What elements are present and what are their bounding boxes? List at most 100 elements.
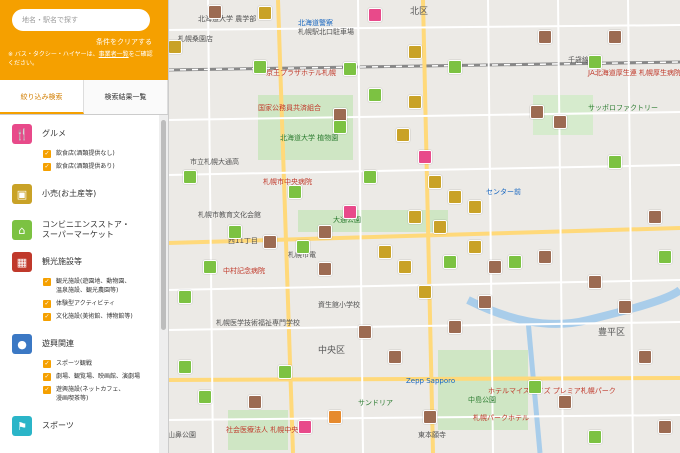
retail-pin[interactable] — [468, 240, 482, 254]
tab-filter-search[interactable]: 絞り込み検索 — [0, 80, 84, 114]
restaurant-pin[interactable] — [318, 262, 332, 276]
convenience-pin[interactable] — [183, 170, 197, 184]
checkbox-icon[interactable]: ✓ — [43, 373, 51, 381]
retail-pin[interactable] — [433, 220, 447, 234]
restaurant-pin[interactable] — [558, 395, 572, 409]
category-sightseeing[interactable]: ▦ 観光施設等 — [12, 251, 158, 273]
convenience-pin[interactable] — [203, 260, 217, 274]
restaurant-pin[interactable] — [638, 350, 652, 364]
map-label: 札幌市教育文化会館 — [198, 211, 261, 219]
restaurant-pin[interactable] — [248, 395, 262, 409]
convenience-pin[interactable] — [278, 365, 292, 379]
convenience-pin[interactable] — [198, 390, 212, 404]
retail-pin[interactable] — [378, 245, 392, 259]
checkbox-icon[interactable]: ✓ — [43, 163, 51, 171]
restaurant-pin[interactable] — [388, 350, 402, 364]
retail-pin[interactable] — [418, 285, 432, 299]
convenience-pin[interactable] — [588, 55, 602, 69]
retail-pin[interactable] — [408, 210, 422, 224]
category-label-line2: スーパーマーケット — [42, 230, 114, 239]
restaurant-pin[interactable] — [648, 210, 662, 224]
checkbox-icon[interactable]: ✓ — [43, 386, 51, 394]
retail-pin[interactable] — [428, 175, 442, 189]
checkbox-icon[interactable]: ✓ — [43, 360, 51, 368]
convenience-pin[interactable] — [296, 240, 310, 254]
restaurant-pin[interactable] — [658, 420, 672, 434]
restaurant-pin[interactable] — [488, 260, 502, 274]
filter-gourmet-no-alcohol[interactable]: ✓ 飲食店(酒類提供なし) — [43, 149, 158, 158]
sidebar-scrollbar[interactable] — [159, 115, 168, 453]
restaurant-pin[interactable] — [538, 250, 552, 264]
restaurant-pin[interactable] — [530, 105, 544, 119]
convenience-pin[interactable] — [363, 170, 377, 184]
retail-pin[interactable] — [396, 128, 410, 142]
filter-gourmet-alcohol[interactable]: ✓ 飲食店(酒類提供あり) — [43, 162, 158, 171]
convenience-pin[interactable] — [368, 88, 382, 102]
convenience-pin[interactable] — [178, 360, 192, 374]
checkbox-icon[interactable]: ✓ — [43, 300, 51, 308]
convenience-pin[interactable] — [588, 430, 602, 444]
scrollbar-thumb[interactable] — [161, 120, 166, 330]
category-retail[interactable]: ▣ 小売(お土産等) — [12, 183, 158, 205]
restaurant-pin[interactable] — [618, 300, 632, 314]
convenience-pin[interactable] — [528, 380, 542, 394]
tab-search-results[interactable]: 検索結果一覧 — [84, 80, 168, 114]
restaurant-pin[interactable] — [318, 225, 332, 239]
convenience-pin[interactable] — [658, 250, 672, 264]
operator-list-link[interactable]: 事業者一覧 — [99, 51, 129, 58]
convenience-pin[interactable] — [608, 155, 622, 169]
gourmet-pin[interactable] — [298, 420, 312, 434]
restaurant-pin[interactable] — [263, 235, 277, 249]
gourmet-pin[interactable] — [368, 8, 382, 22]
convenience-pin[interactable] — [333, 120, 347, 134]
checkbox-icon[interactable]: ✓ — [43, 278, 51, 286]
convenience-pin[interactable] — [288, 185, 302, 199]
category-convenience[interactable]: ⌂ コンビニエンスストア・ スーパーマーケット — [12, 217, 158, 243]
retail-pin[interactable] — [408, 95, 422, 109]
restaurant-pin[interactable] — [588, 275, 602, 289]
category-sports[interactable]: ⚑ スポーツ — [12, 415, 158, 437]
convenience-pin[interactable] — [343, 62, 357, 76]
convenience-pin[interactable] — [253, 60, 267, 74]
clear-conditions-link[interactable]: 条件をクリアする — [96, 37, 152, 47]
retail-pin[interactable] — [168, 40, 182, 54]
retail-pin[interactable] — [398, 260, 412, 274]
gourmet-pin[interactable] — [343, 205, 357, 219]
restaurant-pin[interactable] — [608, 30, 622, 44]
filter-sports-watching[interactable]: ✓ スポーツ観戦 — [43, 359, 158, 368]
filter-label: 飲食店(酒類提供なし) — [56, 150, 115, 157]
convenience-pin[interactable] — [443, 255, 457, 269]
restaurant-pin[interactable] — [538, 30, 552, 44]
restaurant-pin[interactable] — [553, 115, 567, 129]
gourmet-pin[interactable] — [418, 150, 432, 164]
convenience-pin[interactable] — [508, 255, 522, 269]
restaurant-pin[interactable] — [423, 410, 437, 424]
filter-amusement[interactable]: ✓ 遊興施設(ネットカフェ、 漫画喫茶等) — [43, 385, 158, 403]
map-label: サッポロファクトリー — [588, 104, 658, 112]
category-leisure[interactable]: ● 遊興関連 — [12, 333, 158, 355]
retail-pin[interactable] — [408, 45, 422, 59]
map-view[interactable]: 北海道大学 農学部 北海道警察 札幌駅北口駐車場 札幌桑園店 京王プラザホテル札… — [168, 0, 680, 453]
filter-activities[interactable]: ✓ 体験型アクティビティ — [43, 299, 158, 308]
filter-theater[interactable]: ✓ 劇場、観覧場、映画館、演劇場 — [43, 372, 158, 381]
restaurant-pin[interactable] — [448, 320, 462, 334]
checkbox-icon[interactable]: ✓ — [43, 150, 51, 158]
restaurant-pin[interactable] — [478, 295, 492, 309]
bowling-icon: ● — [12, 334, 32, 354]
search-input[interactable]: 地名・駅名で探す — [12, 9, 150, 31]
sightseeing-pin[interactable] — [328, 410, 342, 424]
retail-pin[interactable] — [468, 200, 482, 214]
retail-pin[interactable] — [448, 190, 462, 204]
filter-cultural[interactable]: ✓ 文化施設(美術館、博物館等) — [43, 312, 158, 321]
checkbox-icon[interactable]: ✓ — [43, 313, 51, 321]
convenience-pin[interactable] — [178, 290, 192, 304]
category-gourmet[interactable]: 🍴 グルメ — [12, 123, 158, 145]
convenience-pin[interactable] — [448, 60, 462, 74]
tab-bar: 絞り込み検索 検索結果一覧 — [0, 80, 168, 115]
restaurant-pin[interactable] — [358, 325, 372, 339]
retail-pin[interactable] — [258, 6, 272, 20]
restaurant-pin[interactable] — [208, 5, 222, 19]
filter-sightseeing-facilities[interactable]: ✓ 観光施設(遊園地、動物園、 温泉施設、観光農園等) — [43, 277, 158, 295]
convenience-pin[interactable] — [228, 225, 242, 239]
map-label: 北海道大学 植物園 — [280, 134, 339, 142]
